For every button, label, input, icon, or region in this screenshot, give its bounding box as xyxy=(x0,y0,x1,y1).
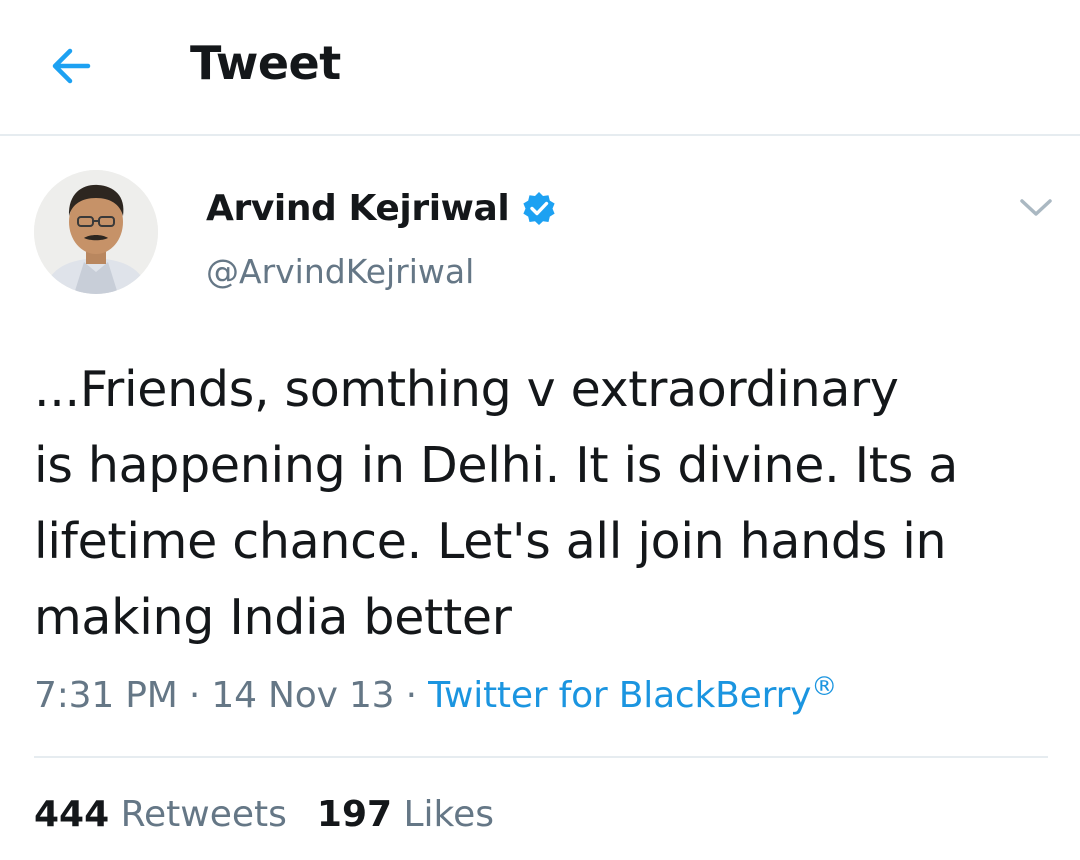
avatar[interactable] xyxy=(34,170,158,294)
retweets-count: 444 xyxy=(34,794,110,835)
page-title: Tweet xyxy=(190,36,341,90)
tweet-stats: 444 Retweets 197 Likes xyxy=(34,794,494,835)
divider xyxy=(34,756,1048,758)
tweet-time: 7:31 PM xyxy=(34,675,178,716)
meta-separator: · xyxy=(188,675,201,716)
author-name-row[interactable]: Arvind Kejriwal xyxy=(206,184,557,232)
meta-separator: · xyxy=(405,675,417,716)
back-button[interactable] xyxy=(44,38,100,94)
likes-stat[interactable]: 197 Likes xyxy=(317,794,494,835)
retweets-stat[interactable]: 444 Retweets xyxy=(34,794,287,835)
arrow-left-icon xyxy=(52,48,91,84)
tweet-text-line: making India better xyxy=(34,589,512,646)
likes-count: 197 xyxy=(316,794,393,835)
tweet-text-line: lifetime chance. Let's all join hands in xyxy=(34,513,947,570)
retweets-label: Retweets xyxy=(120,794,287,835)
tweet-detail-screen: Tweet Arvind Kejriwal @ArvindKejriwal ..… xyxy=(0,0,1080,860)
tweet-text-line: ...Friends, somthing v extraordinary xyxy=(34,361,899,418)
chevron-down-icon xyxy=(1020,199,1052,216)
tweet-text-line: is happening in Delhi. It is divine. Its… xyxy=(34,437,958,494)
tweet-source-label: Twitter for BlackBerry xyxy=(428,675,812,716)
tweet-date: 14 Nov 13 xyxy=(211,675,395,716)
author-display-name[interactable]: Arvind Kejriwal xyxy=(206,188,510,229)
author-handle[interactable]: @ArvindKejriwal xyxy=(206,252,474,291)
tweet-menu-button[interactable] xyxy=(1016,192,1056,222)
top-bar: Tweet xyxy=(0,0,1080,136)
likes-label: Likes xyxy=(403,794,495,835)
tweet-metadata: 7:31 PM · 14 Nov 13 · Twitter for BlackB… xyxy=(34,672,837,716)
registered-mark: ® xyxy=(811,672,838,702)
profile-photo xyxy=(34,170,158,294)
tweet-text: ...Friends, somthing v extraordinary is … xyxy=(34,352,1044,656)
verified-badge-icon xyxy=(521,190,557,226)
tweet-source-link[interactable]: Twitter for BlackBerry® xyxy=(428,672,838,716)
